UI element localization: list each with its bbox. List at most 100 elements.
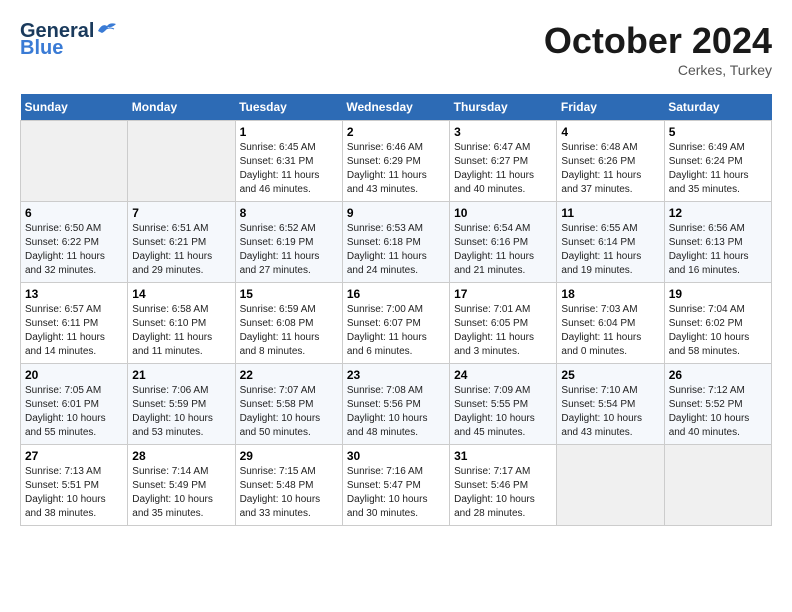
calendar-header-row: Sunday Monday Tuesday Wednesday Thursday… — [21, 94, 772, 121]
day-number: 7 — [132, 206, 230, 220]
day-number: 30 — [347, 449, 445, 463]
day-info: Sunrise: 6:54 AMSunset: 6:16 PMDaylight:… — [454, 222, 552, 278]
calendar-cell: 15 Sunrise: 6:59 AMSunset: 6:08 PMDayligh… — [235, 283, 342, 364]
calendar-cell: 4 Sunrise: 6:48 AMSunset: 6:26 PMDaylight… — [557, 121, 664, 202]
day-info: Sunrise: 6:52 AMSunset: 6:19 PMDaylight:… — [240, 222, 338, 278]
calendar-cell: 5Sunrise: 6:49 AMSunset: 6:24 PMDaylight… — [664, 121, 771, 202]
day-info: Sunrise: 7:14 AMSunset: 5:49 PMDaylight:… — [132, 465, 230, 521]
calendar-cell: 3 Sunrise: 6:47 AMSunset: 6:27 PMDaylight… — [450, 121, 557, 202]
col-monday: Monday — [128, 94, 235, 121]
col-sunday: Sunday — [21, 94, 128, 121]
day-info: Sunrise: 7:17 AMSunset: 5:46 PMDaylight:… — [454, 465, 552, 521]
day-info: Sunrise: 7:10 AMSunset: 5:54 PMDaylight:… — [561, 384, 659, 440]
day-number: 25 — [561, 368, 659, 382]
day-info: Sunrise: 7:16 AMSunset: 5:47 PMDaylight:… — [347, 465, 445, 521]
day-info: Sunrise: 7:09 AMSunset: 5:55 PMDaylight:… — [454, 384, 552, 440]
day-number: 5 — [669, 125, 767, 139]
calendar-cell: 12Sunrise: 6:56 AMSunset: 6:13 PMDayligh… — [664, 202, 771, 283]
calendar-cell: 22 Sunrise: 7:07 AMSunset: 5:58 PMDayligh… — [235, 364, 342, 445]
calendar-cell — [664, 445, 771, 526]
day-number: 19 — [669, 287, 767, 301]
calendar-cell: 11 Sunrise: 6:55 AMSunset: 6:14 PMDayligh… — [557, 202, 664, 283]
day-info: Sunrise: 7:01 AMSunset: 6:05 PMDaylight:… — [454, 303, 552, 359]
calendar-cell: 10 Sunrise: 6:54 AMSunset: 6:16 PMDayligh… — [450, 202, 557, 283]
page-header: General Blue October 2024 Cerkes, Turkey — [20, 20, 772, 78]
day-info: Sunrise: 7:08 AMSunset: 5:56 PMDaylight:… — [347, 384, 445, 440]
day-info: Sunrise: 6:59 AMSunset: 6:08 PMDaylight:… — [240, 303, 338, 359]
day-info: Sunrise: 7:06 AMSunset: 5:59 PMDaylight:… — [132, 384, 230, 440]
day-info: Sunrise: 6:55 AMSunset: 6:14 PMDaylight:… — [561, 222, 659, 278]
day-number: 21 — [132, 368, 230, 382]
day-info: Sunrise: 7:03 AMSunset: 6:04 PMDaylight:… — [561, 303, 659, 359]
col-thursday: Thursday — [450, 94, 557, 121]
day-info: Sunrise: 6:51 AMSunset: 6:21 PMDaylight:… — [132, 222, 230, 278]
calendar-cell: 29 Sunrise: 7:15 AMSunset: 5:48 PMDayligh… — [235, 445, 342, 526]
calendar-cell: 27 Sunrise: 7:13 AMSunset: 5:51 PMDayligh… — [21, 445, 128, 526]
day-info: Sunrise: 6:58 AMSunset: 6:10 PMDaylight:… — [132, 303, 230, 359]
calendar-cell: 31 Sunrise: 7:17 AMSunset: 5:46 PMDayligh… — [450, 445, 557, 526]
day-info: Sunrise: 6:48 AMSunset: 6:26 PMDaylight:… — [561, 141, 659, 197]
calendar-cell: 13 Sunrise: 6:57 AMSunset: 6:11 PMDayligh… — [21, 283, 128, 364]
day-number: 16 — [347, 287, 445, 301]
calendar-week-row: 6 Sunrise: 6:50 AMSunset: 6:22 PMDaylight… — [21, 202, 772, 283]
day-number: 15 — [240, 287, 338, 301]
day-number: 28 — [132, 449, 230, 463]
calendar-cell: 20Sunrise: 7:05 AMSunset: 6:01 PMDayligh… — [21, 364, 128, 445]
calendar-cell: 7 Sunrise: 6:51 AMSunset: 6:21 PMDaylight… — [128, 202, 235, 283]
day-number: 13 — [25, 287, 123, 301]
day-number: 20 — [25, 368, 123, 382]
calendar-cell: 18 Sunrise: 7:03 AMSunset: 6:04 PMDayligh… — [557, 283, 664, 364]
calendar-week-row: 13 Sunrise: 6:57 AMSunset: 6:11 PMDayligh… — [21, 283, 772, 364]
logo: General Blue — [20, 20, 118, 60]
day-number: 27 — [25, 449, 123, 463]
day-number: 22 — [240, 368, 338, 382]
calendar-cell: 6 Sunrise: 6:50 AMSunset: 6:22 PMDaylight… — [21, 202, 128, 283]
calendar-cell: 2 Sunrise: 6:46 AMSunset: 6:29 PMDaylight… — [342, 121, 449, 202]
calendar-cell: 17Sunrise: 7:01 AMSunset: 6:05 PMDayligh… — [450, 283, 557, 364]
day-info: Sunrise: 6:50 AMSunset: 6:22 PMDaylight:… — [25, 222, 123, 278]
title-section: October 2024 Cerkes, Turkey — [544, 20, 772, 78]
day-number: 26 — [669, 368, 767, 382]
day-number: 23 — [347, 368, 445, 382]
day-info: Sunrise: 6:53 AMSunset: 6:18 PMDaylight:… — [347, 222, 445, 278]
day-number: 4 — [561, 125, 659, 139]
calendar-cell: 23 Sunrise: 7:08 AMSunset: 5:56 PMDayligh… — [342, 364, 449, 445]
day-number: 9 — [347, 206, 445, 220]
day-info: Sunrise: 6:45 AMSunset: 6:31 PMDaylight:… — [240, 141, 338, 197]
day-number: 2 — [347, 125, 445, 139]
day-number: 24 — [454, 368, 552, 382]
col-wednesday: Wednesday — [342, 94, 449, 121]
calendar-cell: 16Sunrise: 7:00 AMSunset: 6:07 PMDayligh… — [342, 283, 449, 364]
location: Cerkes, Turkey — [544, 62, 772, 78]
day-number: 6 — [25, 206, 123, 220]
calendar-week-row: 20Sunrise: 7:05 AMSunset: 6:01 PMDayligh… — [21, 364, 772, 445]
calendar-cell: 25 Sunrise: 7:10 AMSunset: 5:54 PMDayligh… — [557, 364, 664, 445]
day-number: 31 — [454, 449, 552, 463]
day-info: Sunrise: 7:04 AMSunset: 6:02 PMDaylight:… — [669, 303, 767, 359]
calendar-cell: 19 Sunrise: 7:04 AMSunset: 6:02 PMDayligh… — [664, 283, 771, 364]
day-number: 18 — [561, 287, 659, 301]
calendar-cell: 21 Sunrise: 7:06 AMSunset: 5:59 PMDayligh… — [128, 364, 235, 445]
day-number: 1 — [240, 125, 338, 139]
day-info: Sunrise: 7:07 AMSunset: 5:58 PMDaylight:… — [240, 384, 338, 440]
calendar-week-row: 1 Sunrise: 6:45 AMSunset: 6:31 PMDaylight… — [21, 121, 772, 202]
day-number: 10 — [454, 206, 552, 220]
day-info: Sunrise: 7:12 AMSunset: 5:52 PMDaylight:… — [669, 384, 767, 440]
calendar-table: Sunday Monday Tuesday Wednesday Thursday… — [20, 94, 772, 526]
day-info: Sunrise: 6:46 AMSunset: 6:29 PMDaylight:… — [347, 141, 445, 197]
col-saturday: Saturday — [664, 94, 771, 121]
day-number: 11 — [561, 206, 659, 220]
day-info: Sunrise: 6:57 AMSunset: 6:11 PMDaylight:… — [25, 303, 123, 359]
day-number: 29 — [240, 449, 338, 463]
day-info: Sunrise: 7:15 AMSunset: 5:48 PMDaylight:… — [240, 465, 338, 521]
day-number: 3 — [454, 125, 552, 139]
calendar-cell — [128, 121, 235, 202]
calendar-week-row: 27 Sunrise: 7:13 AMSunset: 5:51 PMDayligh… — [21, 445, 772, 526]
day-info: Sunrise: 6:47 AMSunset: 6:27 PMDaylight:… — [454, 141, 552, 197]
calendar-cell: 30 Sunrise: 7:16 AMSunset: 5:47 PMDayligh… — [342, 445, 449, 526]
calendar-cell — [21, 121, 128, 202]
day-info: Sunrise: 7:13 AMSunset: 5:51 PMDaylight:… — [25, 465, 123, 521]
calendar-cell: 8 Sunrise: 6:52 AMSunset: 6:19 PMDaylight… — [235, 202, 342, 283]
day-number: 8 — [240, 206, 338, 220]
calendar-cell — [557, 445, 664, 526]
